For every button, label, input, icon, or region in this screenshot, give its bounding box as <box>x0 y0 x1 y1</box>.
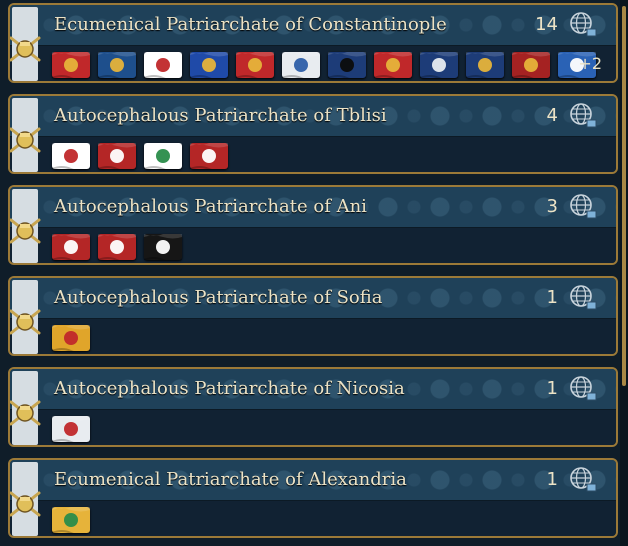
patriarchate-name: Ecumenical Patriarchate of Alexandria <box>54 469 407 490</box>
faith-badge-icon <box>10 371 42 445</box>
member-flags <box>52 232 182 262</box>
black-cross-flag[interactable] <box>144 234 182 260</box>
card-body <box>10 319 616 354</box>
card-header: Autocephalous Patriarchate of Nicosia 1 <box>10 369 616 410</box>
cross-stripes-flag[interactable] <box>144 143 182 169</box>
quartered-arms-flag[interactable] <box>52 416 90 442</box>
white-eagle-flag[interactable] <box>144 52 182 78</box>
card-header: Autocephalous Patriarchate of Tblisi 4 <box>10 96 616 137</box>
member-count: 1 <box>546 287 558 308</box>
faith-badge-icon <box>10 462 42 536</box>
gold-emblem-flag[interactable] <box>374 52 412 78</box>
patriarchate-card[interactable]: Ecumenical Patriarchate of Alexandria 1 <box>8 458 618 538</box>
scrollbar-thumb[interactable] <box>622 6 626 386</box>
member-flags <box>52 141 228 171</box>
card-body <box>10 410 616 445</box>
member-flags <box>52 414 90 444</box>
patriarchate-name: Ecumenical Patriarchate of Constantinopl… <box>54 14 447 35</box>
crossed-keys-icon <box>10 35 42 63</box>
more-members-count[interactable]: +2 <box>578 54 602 73</box>
member-flags <box>52 50 596 80</box>
patriarchate-card[interactable]: Autocephalous Patriarchate of Sofia 1 <box>8 276 618 356</box>
patriarchate-card[interactable]: Autocephalous Patriarchate of Ani 3 <box>8 185 618 265</box>
gold-lion-flag[interactable] <box>466 52 504 78</box>
patriarchate-name: Autocephalous Patriarchate of Tblisi <box>54 105 387 126</box>
card-header: Autocephalous Patriarchate of Sofia 1 <box>10 278 616 319</box>
patriarchate-list: Ecumenical Patriarchate of Constantinopl… <box>0 0 620 546</box>
dark-figure-flag[interactable] <box>328 52 366 78</box>
green-gold-red-flag[interactable] <box>52 507 90 533</box>
four-betas-cross-flag[interactable] <box>52 52 90 78</box>
member-count: 1 <box>546 378 558 399</box>
member-flags <box>52 323 90 353</box>
member-count: 3 <box>546 196 558 217</box>
cross-anchor-flag[interactable] <box>98 52 136 78</box>
faith-badge-icon <box>10 280 42 354</box>
card-header: Ecumenical Patriarchate of Constantinopl… <box>10 5 616 46</box>
white-angel-flag[interactable] <box>420 52 458 78</box>
faith-badge-icon <box>10 98 42 172</box>
card-body <box>10 228 616 263</box>
crossed-keys-icon <box>10 217 42 245</box>
card-header: Autocephalous Patriarchate of Ani 3 <box>10 187 616 228</box>
lion-flag[interactable] <box>190 52 228 78</box>
card-body <box>10 137 616 172</box>
crossed-keys-icon <box>10 490 42 518</box>
patriarchate-name: Autocephalous Patriarchate of Ani <box>54 196 367 217</box>
card-body <box>10 501 616 536</box>
globe-map-icon[interactable] <box>568 283 598 313</box>
white-horse-flag[interactable] <box>190 143 228 169</box>
crossed-keys-icon <box>10 399 42 427</box>
patriarchate-name: Autocephalous Patriarchate of Nicosia <box>54 378 405 399</box>
crossed-keys-icon <box>10 126 42 154</box>
white-blue-lion-flag[interactable] <box>282 52 320 78</box>
patriarchate-card[interactable]: Ecumenical Patriarchate of Constantinopl… <box>8 3 618 83</box>
red-cross-flag[interactable] <box>98 143 136 169</box>
globe-map-icon[interactable] <box>568 10 598 40</box>
patriarchate-card[interactable]: Autocephalous Patriarchate of Nicosia 1 <box>8 367 618 447</box>
faith-badge-icon <box>10 189 42 263</box>
red-lion-flag[interactable] <box>512 52 550 78</box>
globe-map-icon[interactable] <box>568 192 598 222</box>
globe-map-icon[interactable] <box>568 101 598 131</box>
card-body: +2 <box>10 46 616 81</box>
globe-map-icon[interactable] <box>568 374 598 404</box>
member-count: 14 <box>535 14 558 35</box>
faith-badge-icon <box>10 7 42 81</box>
double-eagle-flag[interactable] <box>236 52 274 78</box>
patriarchate-name: Autocephalous Patriarchate of Sofia <box>54 287 383 308</box>
patriarchate-card[interactable]: Autocephalous Patriarchate of Tblisi 4 <box>8 94 618 174</box>
member-count: 4 <box>546 105 558 126</box>
georgian-cross-flag[interactable] <box>52 143 90 169</box>
scrollbar[interactable] <box>620 0 628 546</box>
member-count: 1 <box>546 469 558 490</box>
member-flags <box>52 505 90 535</box>
lion-flag[interactable] <box>52 234 90 260</box>
crossed-keys-icon <box>10 308 42 336</box>
card-header: Ecumenical Patriarchate of Alexandria 1 <box>10 460 616 501</box>
globe-map-icon[interactable] <box>568 465 598 495</box>
lions-stripes-flag[interactable] <box>52 325 90 351</box>
crosses-flag[interactable] <box>98 234 136 260</box>
